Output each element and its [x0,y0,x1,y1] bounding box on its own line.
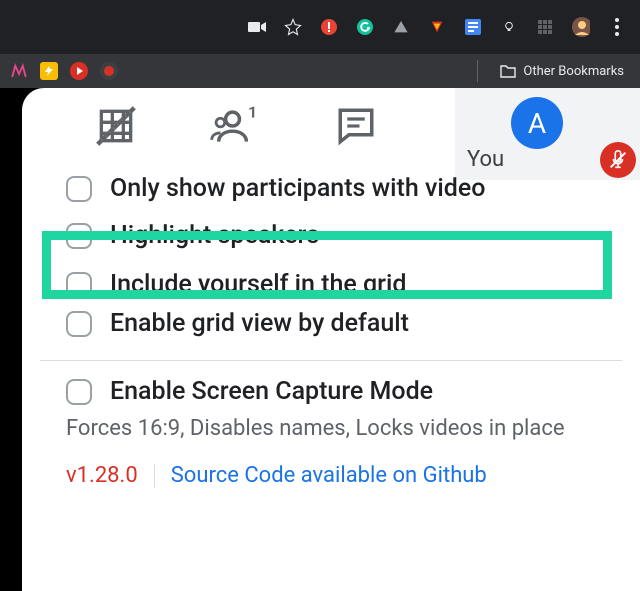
divider [40,360,622,361]
bookmark-myntra-icon[interactable] [10,62,28,80]
option-highlight-speakers[interactable]: Highlight speakers [40,207,622,264]
panel-footer: v1.28.0 Source Code available on Github [40,441,622,488]
option-label: Enable Screen Capture Mode [110,377,433,406]
viewport: Other Bookmarks [0,0,640,591]
options-list: Only show participants with video Highli… [22,164,640,488]
meet-area: 1 A You [0,88,640,591]
profile-avatar-icon[interactable] [572,18,590,36]
avatar-initial: A [528,107,546,140]
option-label: Enable grid view by default [110,309,409,338]
option-description: Forces 16:9, Disables names, Locks video… [40,410,622,441]
grid-off-icon [94,104,138,148]
option-label: Include yourself in the grid [110,270,406,299]
version-label: v1.28.0 [66,463,138,488]
chrome-menu-icon[interactable] [608,18,626,36]
bookmark-youtube-icon[interactable] [70,62,88,80]
tab-people[interactable]: 1 [176,88,296,164]
self-avatar: A [511,97,563,149]
browser-toolbar [0,0,640,54]
other-bookmarks-label: Other Bookmarks [523,64,624,79]
settings-panel: 1 A You [22,88,640,591]
tab-grid-off[interactable] [56,88,176,164]
toolbar-icons [248,18,632,36]
bookmark-yellow-icon[interactable] [40,62,58,80]
source-code-link[interactable]: Source Code available on Github [171,463,487,488]
checkbox-icon[interactable] [66,176,92,202]
option-screen-capture[interactable]: Enable Screen Capture Mode [40,371,622,410]
bookmarks-bar: Other Bookmarks [0,54,640,88]
bookmark-items [10,62,118,80]
chat-icon [335,105,377,147]
option-label: Only show participants with video [110,174,485,203]
folder-icon [500,64,516,78]
checkbox-icon[interactable] [66,379,92,405]
ext-blue-icon[interactable] [464,18,482,36]
checkbox-icon[interactable] [66,272,92,298]
option-enable-default[interactable]: Enable grid view by default [40,303,622,342]
ext-grid-icon[interactable] [536,18,554,36]
self-video-tile[interactable]: A You [455,88,640,180]
ext-drive-icon[interactable] [392,18,410,36]
svg-text:1: 1 [248,104,257,121]
camera-icon[interactable] [248,18,266,36]
option-include-yourself[interactable]: Include yourself in the grid [40,264,622,303]
star-icon[interactable] [284,18,302,36]
checkbox-icon[interactable] [66,223,92,249]
checkbox-icon[interactable] [66,311,92,337]
ext-grammarly-icon[interactable] [356,18,374,36]
tab-row: 1 A You [22,88,640,164]
ext-red-icon[interactable] [320,18,338,36]
footer-divider [154,464,155,488]
other-bookmarks-button[interactable]: Other Bookmarks [494,60,630,83]
bookmark-divider [477,60,478,82]
bookmark-dark-icon[interactable] [100,62,118,80]
people-icon: 1 [210,104,262,148]
option-label: Highlight speakers [110,221,319,250]
tab-chat[interactable] [296,88,416,164]
option-only-video[interactable]: Only show participants with video [40,168,622,207]
ext-superman-icon[interactable] [428,18,446,36]
ext-bulb-icon[interactable] [500,18,518,36]
